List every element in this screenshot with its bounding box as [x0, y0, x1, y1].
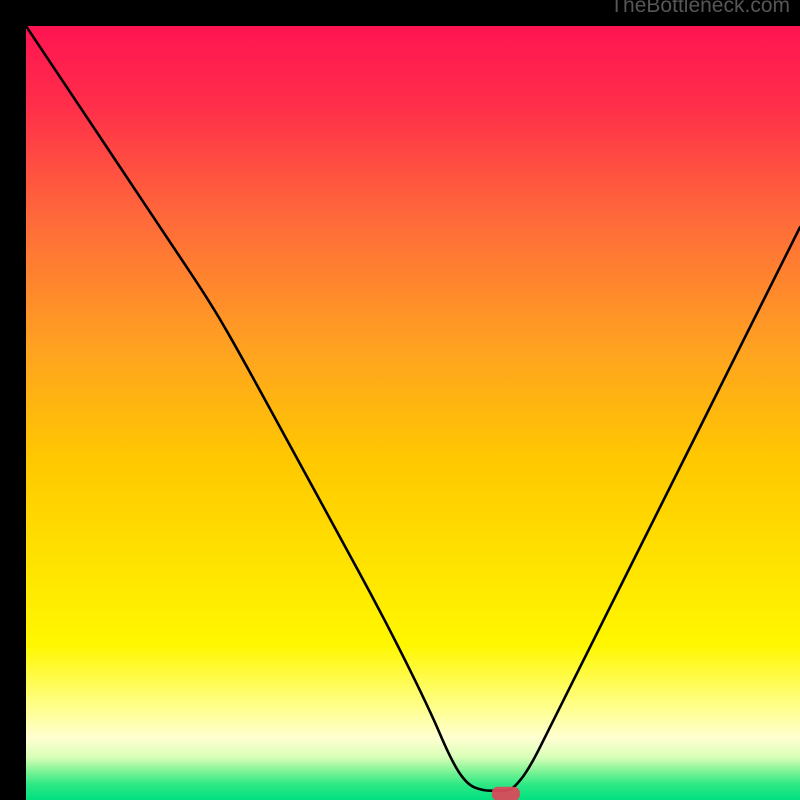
chart-frame: [13, 13, 787, 787]
watermark-label: TheBottleneck.com: [610, 0, 790, 18]
chart-svg: [26, 26, 800, 800]
plot-area: [26, 26, 800, 800]
gradient-background: [26, 26, 800, 800]
optimum-marker: [492, 787, 520, 800]
